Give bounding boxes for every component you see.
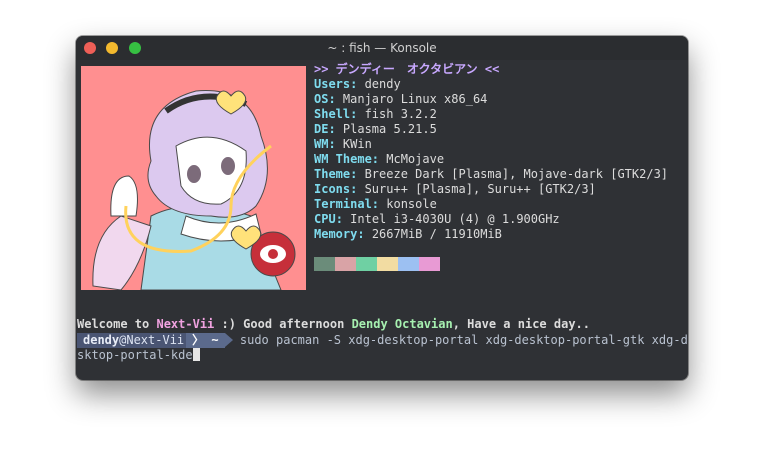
info-key: Users bbox=[314, 77, 351, 91]
command-continuation-text[interactable]: sktop-portal-kde bbox=[77, 348, 193, 362]
welcome-message: Welcome to Next-Vii :) Good afternoon De… bbox=[77, 317, 590, 332]
info-value: Intel i3-4030U (4) @ 1.900GHz bbox=[342, 212, 560, 226]
color-swatch bbox=[377, 257, 398, 271]
powerline-arrow-icon bbox=[224, 333, 233, 347]
info-colon: : bbox=[328, 137, 336, 151]
title-bar[interactable]: ~ : fish — Konsole bbox=[76, 36, 688, 60]
prompt-user: dendy bbox=[83, 333, 120, 347]
command-text[interactable]: sudo pacman -S xdg-desktop-portal xdg-de… bbox=[240, 333, 688, 347]
welcome-name: Dendy Octavian bbox=[351, 317, 453, 331]
prompt-separator: 〉 bbox=[192, 333, 205, 347]
info-key: DE bbox=[314, 122, 329, 136]
info-value: McMojave bbox=[379, 152, 445, 166]
info-key: Terminal bbox=[314, 197, 372, 211]
welcome-host: Next-Vii bbox=[156, 317, 215, 331]
info-value: dendy bbox=[357, 77, 401, 91]
prompt-dir-segment: 〉 ~ bbox=[186, 333, 225, 348]
info-key: OS bbox=[314, 92, 329, 106]
info-row-de: DE: Plasma 5.21.5 bbox=[314, 122, 668, 137]
info-key: Theme bbox=[314, 167, 351, 181]
konsole-window: ~ : fish — Konsole >> デンディー オクタビアン << Us… bbox=[76, 36, 688, 380]
info-row-wm: WM: KWin bbox=[314, 137, 668, 152]
info-row-users: Users: dendy bbox=[314, 77, 668, 92]
info-row-wm-theme: WM Theme: McMojave bbox=[314, 152, 668, 167]
info-colon: : bbox=[357, 227, 365, 241]
info-header: >> デンディー オクタビアン << bbox=[314, 62, 500, 76]
window-title: ~ : fish — Konsole bbox=[327, 41, 437, 55]
info-value: Manjaro Linux x86_64 bbox=[335, 92, 488, 106]
info-row-memory: Memory: 2667MiB / 11910MiB bbox=[314, 227, 668, 242]
color-swatches bbox=[314, 257, 440, 271]
prompt-user-segment: dendy@Next-Vii bbox=[77, 333, 187, 348]
info-row-icons: Icons: Suru++ [Plasma], Suru++ [GTK2/3] bbox=[314, 182, 668, 197]
terminal-area[interactable]: >> デンディー オクタビアン << Users: dendy OS: Manj… bbox=[76, 60, 688, 380]
info-colon: : bbox=[371, 197, 380, 211]
info-key: Memory bbox=[314, 227, 358, 241]
info-value: KWin bbox=[335, 137, 372, 151]
system-info: >> デンディー オクタビアン << Users: dendy OS: Manj… bbox=[314, 62, 668, 242]
info-value: Breeze Dark [Plasma], Mojave-dark [GTK2/… bbox=[357, 167, 669, 181]
shell-prompt[interactable]: dendy@Next-Vii 〉 ~ sudo pacman -S xdg-des… bbox=[77, 333, 688, 348]
ascii-art-image bbox=[81, 66, 306, 290]
welcome-text: Welcome to bbox=[77, 317, 157, 331]
color-swatch bbox=[419, 257, 440, 271]
info-value: Suru++ [Plasma], Suru++ [GTK2/3] bbox=[357, 182, 596, 196]
welcome-text: , Have a nice day.. bbox=[452, 317, 590, 331]
prompt-host: @Next-Vii bbox=[119, 333, 185, 347]
welcome-text: :) Good afternoon bbox=[214, 317, 352, 331]
info-value: konsole bbox=[379, 197, 437, 211]
info-key: CPU bbox=[314, 212, 336, 226]
info-colon: : bbox=[328, 92, 336, 106]
color-swatch bbox=[356, 257, 377, 271]
info-row-theme: Theme: Breeze Dark [Plasma], Mojave-dark… bbox=[314, 167, 668, 182]
command-continuation[interactable]: sktop-portal-kde bbox=[77, 348, 200, 363]
info-key: Shell bbox=[314, 107, 351, 121]
info-row-os: OS: Manjaro Linux x86_64 bbox=[314, 92, 668, 107]
color-swatch bbox=[398, 257, 419, 271]
info-row-cpu: CPU: Intel i3-4030U (4) @ 1.900GHz bbox=[314, 212, 668, 227]
color-swatch bbox=[335, 257, 356, 271]
info-colon: : bbox=[335, 212, 343, 226]
info-key: WM Theme bbox=[314, 152, 372, 166]
prompt-dir: ~ bbox=[211, 333, 219, 347]
info-row-shell: Shell: fish 3.2.2 bbox=[314, 107, 668, 122]
info-key: WM bbox=[314, 137, 329, 151]
info-colon: : bbox=[371, 152, 380, 166]
info-key: Icons bbox=[314, 182, 351, 196]
anime-girl-illustration bbox=[81, 66, 306, 290]
info-value: 2667MiB / 11910MiB bbox=[364, 227, 502, 241]
info-value: Plasma 5.21.5 bbox=[335, 122, 437, 136]
color-swatch bbox=[314, 257, 335, 271]
info-value: fish 3.2.2 bbox=[357, 107, 437, 121]
text-cursor bbox=[192, 348, 200, 361]
info-row-terminal: Terminal: konsole bbox=[314, 197, 668, 212]
info-colon: : bbox=[328, 122, 336, 136]
